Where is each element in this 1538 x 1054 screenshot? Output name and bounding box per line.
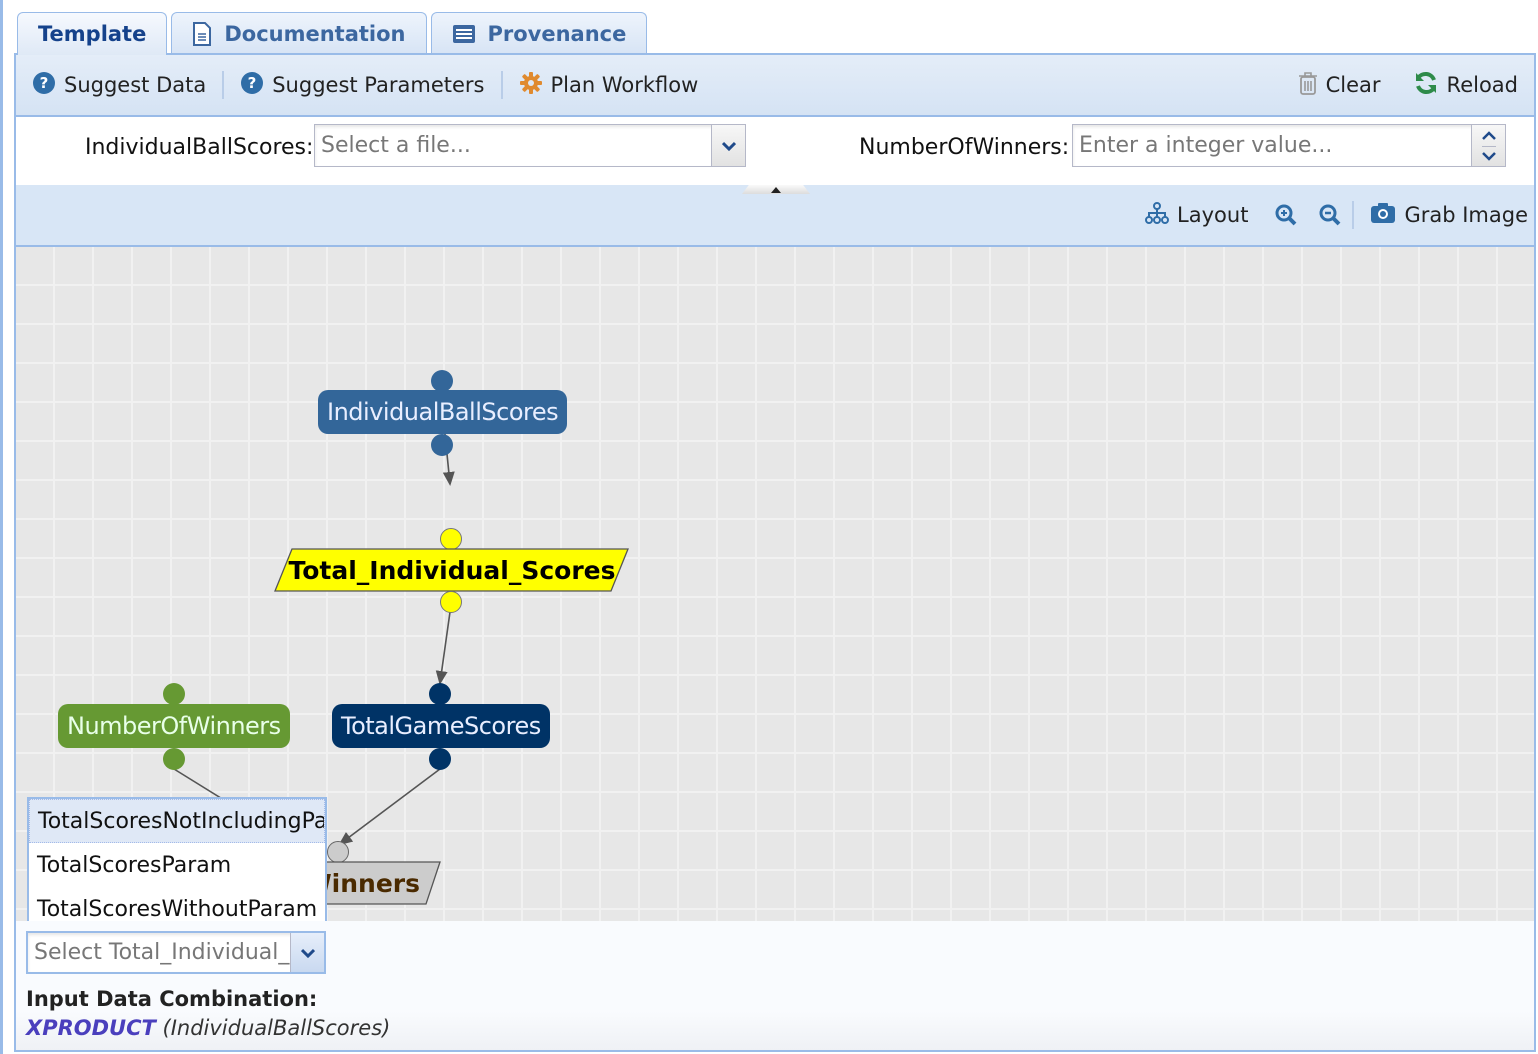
component-options-list: TotalScoresNotIncludingPar TotalScoresPa… [27, 797, 327, 922]
left-border [0, 0, 3, 1054]
tab-provenance[interactable]: Provenance [430, 12, 648, 54]
parameters-row: IndividualBallScores: Select a file... N… [16, 117, 1534, 185]
tab-label: Template [38, 22, 147, 46]
node-individual-ball-scores[interactable]: IndividualBallScores [318, 390, 568, 434]
spinner-up[interactable] [1481, 125, 1496, 146]
zoom-out-button[interactable] [1308, 185, 1352, 245]
layout-button[interactable]: Layout [1129, 185, 1264, 245]
combination-args: (IndividualBallScores) [162, 1016, 391, 1040]
button-label: Clear [1325, 73, 1381, 97]
gear-icon [519, 71, 543, 100]
trash-icon [1298, 71, 1318, 100]
input-port[interactable] [163, 683, 185, 705]
edge-total-individual-scores-to-totalgamescores [435, 611, 451, 685]
help-icon: ? [240, 71, 264, 100]
tab-bar: Template Documentation Provenance [17, 12, 648, 55]
input-port[interactable] [431, 370, 453, 392]
input-port[interactable] [440, 528, 462, 550]
camera-icon [1370, 202, 1396, 229]
node-total-individual-scores[interactable]: Total_Individual_Scores [274, 548, 630, 592]
option-item[interactable]: TotalScoresParam [29, 843, 325, 887]
number-of-winners-label: NumberOfWinners: [859, 135, 1070, 160]
hierarchy-icon [1145, 201, 1170, 229]
number-spinner[interactable] [1471, 125, 1505, 166]
output-port[interactable] [431, 434, 453, 456]
refresh-icon [1413, 71, 1439, 100]
tab-label: Documentation [224, 21, 406, 46]
individual-ball-scores-label: IndividualBallScores: [85, 135, 314, 160]
node-label: IndividualBallScores [327, 398, 559, 426]
output-port[interactable] [163, 748, 185, 770]
chevron-up-icon [1481, 130, 1496, 140]
node-number-of-winners[interactable]: NumberOfWinners [58, 704, 290, 748]
component-select[interactable]: Select Total_Individual_ [26, 931, 326, 974]
button-label: Grab Image [1404, 203, 1528, 227]
grab-image-button[interactable]: Grab Image [1354, 185, 1534, 245]
plan-workflow-button[interactable]: Plan Workflow [503, 55, 715, 115]
input-port[interactable] [327, 841, 349, 863]
zoom-in-button[interactable] [1264, 185, 1308, 245]
input-port[interactable] [429, 683, 451, 705]
option-item[interactable]: TotalScoresWithoutParam [29, 887, 325, 931]
suggest-data-button[interactable]: ? Suggest Data [16, 55, 222, 115]
dropdown-trigger[interactable] [290, 933, 324, 972]
chevron-down-icon [300, 948, 315, 958]
svg-text:?: ? [40, 74, 49, 92]
node-total-game-scores[interactable]: TotalGameScores [332, 704, 550, 748]
chevron-down-icon [1481, 151, 1496, 161]
zoom-in-icon [1275, 204, 1297, 226]
button-label: Reload [1446, 73, 1518, 97]
zoom-out-icon [1319, 204, 1341, 226]
input-data-combination-value: XPRODUCT (IndividualBallScores) [26, 1016, 390, 1040]
spinner-down[interactable] [1481, 145, 1496, 167]
button-label: Suggest Data [64, 73, 207, 97]
reload-button[interactable]: Reload [1397, 55, 1534, 115]
combination-keyword: XPRODUCT [26, 1016, 156, 1040]
component-details: Select Total_Individual_ Input Data Comb… [16, 921, 1534, 1050]
chevron-down-icon [721, 141, 736, 151]
svg-text:?: ? [248, 74, 257, 92]
button-label: Plan Workflow [550, 73, 699, 97]
tab-label: Provenance [487, 21, 627, 46]
tab-documentation[interactable]: Documentation [171, 12, 427, 54]
select-placeholder: Select a file... [321, 133, 471, 158]
button-label: Layout [1177, 203, 1249, 227]
edge-totalgamescores-to-getwinners [338, 768, 441, 846]
clear-button[interactable]: Clear [1282, 55, 1397, 115]
collapse-toggle[interactable] [742, 185, 810, 194]
output-port[interactable] [429, 748, 451, 770]
list-icon [452, 24, 476, 44]
option-item[interactable]: TotalScoresNotIncludingPar [29, 799, 325, 843]
button-label: Suggest Parameters [272, 73, 485, 97]
main-toolbar: ? Suggest Data ? Suggest Parameters Plan… [16, 55, 1534, 117]
node-label: NumberOfWinners [67, 712, 281, 740]
help-icon: ? [32, 71, 56, 100]
number-of-winners-input[interactable]: Enter a integer value... [1072, 124, 1506, 167]
input-data-combination-label: Input Data Combination: [26, 987, 318, 1011]
template-panel: ? Suggest Data ? Suggest Parameters Plan… [14, 53, 1536, 1052]
document-icon [192, 21, 212, 46]
output-port[interactable] [440, 591, 462, 613]
caret-up-icon [771, 186, 781, 193]
tab-template[interactable]: Template [17, 12, 168, 55]
node-label: Total_Individual_Scores [288, 555, 616, 585]
select-placeholder: Select Total_Individual_ [34, 940, 290, 965]
input-placeholder: Enter a integer value... [1079, 133, 1333, 158]
individual-ball-scores-select[interactable]: Select a file... [314, 124, 746, 167]
dropdown-trigger[interactable] [711, 125, 745, 166]
suggest-parameters-button[interactable]: ? Suggest Parameters [224, 55, 500, 115]
node-label: TotalGameScores [341, 712, 541, 740]
graph-toolbar: Layout Grab Image [16, 185, 1534, 247]
